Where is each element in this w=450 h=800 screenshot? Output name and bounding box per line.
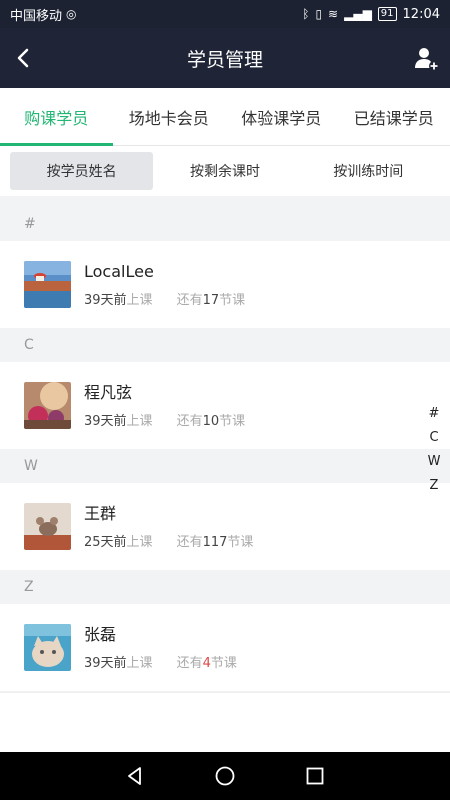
add-user-icon[interactable] <box>412 44 440 72</box>
remaining-prefix: 还有 <box>176 414 203 429</box>
remaining-suffix: 节课 <box>219 293 246 308</box>
student-type-tabs: 购课学员 场地卡会员 体验课学员 已结课学员 <box>0 88 450 146</box>
sync-icon: ◎ <box>66 7 77 21</box>
index-letter[interactable]: C <box>429 426 438 450</box>
remaining-count: 117 <box>202 535 228 550</box>
student-name: 王群 <box>84 504 117 523</box>
sort-by-remaining-button[interactable]: 按剩余课时 <box>153 152 296 190</box>
student-row[interactable]: 王群 25天前上课 还有117节课 <box>0 483 450 570</box>
last-class-suffix: 上课 <box>126 414 153 429</box>
section-header: C <box>0 328 450 362</box>
last-class-suffix: 上课 <box>126 535 153 550</box>
list-empty-area <box>0 692 450 752</box>
tab-completed-students[interactable]: 已结课学员 <box>338 88 450 145</box>
tab-venue-card-members[interactable]: 场地卡会员 <box>113 88 226 145</box>
avatar <box>24 382 71 429</box>
last-class-ago: 39天前 <box>84 414 127 429</box>
carrier-label: 中国移动 <box>10 8 63 24</box>
section-header: # <box>0 207 450 241</box>
system-navigation-bar <box>0 752 450 800</box>
index-letter[interactable]: # <box>429 402 440 426</box>
last-class-suffix: 上课 <box>126 656 153 671</box>
sort-bar: 按学员姓名 按剩余课时 按训练时间 <box>0 146 450 196</box>
sort-by-name-button[interactable]: 按学员姓名 <box>10 152 154 190</box>
student-row[interactable]: 张磊 39天前上课 还有4节课 <box>0 604 450 691</box>
clock: 12:04 <box>402 6 440 22</box>
avatar <box>24 624 71 671</box>
remaining-count: 17 <box>202 293 220 308</box>
last-class-ago: 25天前 <box>84 535 127 550</box>
remaining-suffix: 节课 <box>210 656 237 671</box>
signal-icon: ▂▄▆ <box>344 7 372 21</box>
back-triangle-icon[interactable] <box>124 765 146 787</box>
home-circle-icon[interactable] <box>214 765 236 787</box>
bluetooth-icon: ᛒ <box>302 7 310 21</box>
student-name: LocalLee <box>84 262 154 281</box>
avatar <box>24 261 71 308</box>
section-header: Z <box>0 570 450 604</box>
back-arrow-icon[interactable] <box>12 46 36 70</box>
remaining-count: 10 <box>202 414 220 429</box>
recents-square-icon[interactable] <box>304 765 326 787</box>
wifi-icon: ≋ <box>328 7 339 21</box>
avatar <box>24 503 71 550</box>
student-name: 张磊 <box>84 625 117 644</box>
page-title: 学员管理 <box>186 48 263 71</box>
last-class-ago: 39天前 <box>84 656 127 671</box>
remaining-prefix: 还有 <box>176 293 203 308</box>
remaining-prefix: 还有 <box>176 535 203 550</box>
battery-indicator: 91 <box>377 7 397 21</box>
vibrate-icon: ▯ <box>315 7 323 21</box>
last-class-ago: 39天前 <box>84 293 127 308</box>
index-letter[interactable]: Z <box>430 474 439 498</box>
last-class-suffix: 上课 <box>126 293 153 308</box>
nav-bar: 学员管理 <box>0 28 450 88</box>
alphabet-index-bar: # C W Z <box>424 402 444 498</box>
remaining-count: 4 <box>202 656 211 671</box>
remaining-suffix: 节课 <box>227 535 254 550</box>
tab-purchased-students[interactable]: 购课学员 <box>0 88 113 146</box>
tab-trial-students[interactable]: 体验课学员 <box>225 88 338 145</box>
index-letter[interactable]: W <box>428 450 441 474</box>
sort-by-training-time-button[interactable]: 按训练时间 <box>297 152 440 190</box>
section-header: W <box>0 449 450 483</box>
status-bar: 中国移动 ◎ ᛒ ▯ ≋ ▂▄▆ 91 12:04 <box>0 0 450 28</box>
remaining-prefix: 还有 <box>176 656 203 671</box>
student-row[interactable]: LocalLee 39天前上课 还有17节课 <box>0 241 450 328</box>
student-name: 程凡弦 <box>84 383 133 402</box>
remaining-suffix: 节课 <box>219 414 246 429</box>
student-row[interactable]: 程凡弦 39天前上课 还有10节课 <box>0 362 450 449</box>
